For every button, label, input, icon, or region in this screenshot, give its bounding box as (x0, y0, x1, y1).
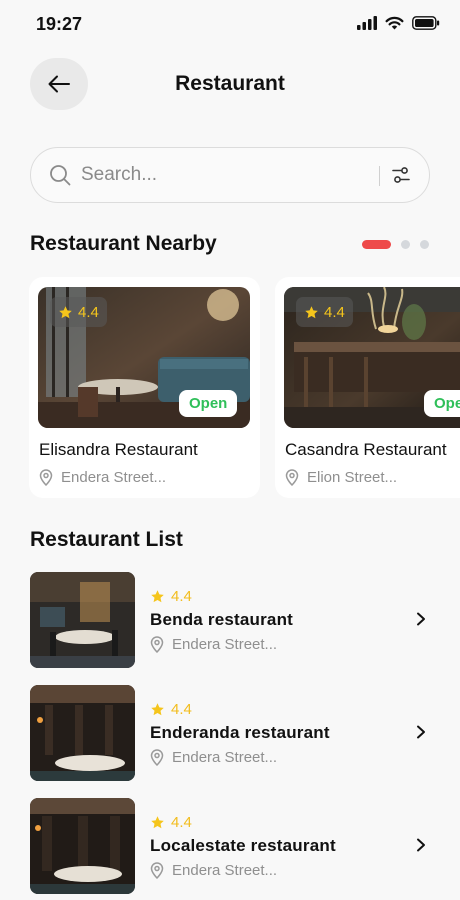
restaurant-thumbnail (30, 685, 135, 781)
location-pin-icon (39, 469, 53, 486)
rating-badge: 4.4 (50, 297, 107, 327)
rating-badge: 4.4 (296, 297, 353, 327)
list-item[interactable]: 4.4 Benda restaurant Endera Street... (30, 572, 430, 668)
location-pin-icon (285, 469, 299, 486)
location-text: Elion Street... (307, 469, 398, 486)
rating-value: 4.4 (171, 588, 192, 605)
nearby-card[interactable]: 4.4 Open Elisandra Restaurant Endera Str… (29, 277, 260, 498)
chevron-right-icon[interactable] (416, 725, 426, 739)
status-badge: Open (179, 390, 238, 417)
search-divider (379, 166, 380, 186)
star-icon (59, 305, 72, 318)
search-bar (30, 147, 430, 203)
location-pin-icon (150, 636, 164, 653)
restaurant-location: Endera Street... (150, 862, 277, 879)
sliders-icon[interactable] (391, 165, 411, 185)
list-item[interactable]: 4.4 Enderanda restaurant Endera Street..… (30, 685, 430, 781)
pager-dot[interactable] (420, 240, 429, 249)
pager-dot[interactable] (401, 240, 410, 249)
rating: 4.4 (150, 701, 192, 718)
battery-icon (412, 16, 440, 30)
pager-dot-active[interactable] (362, 240, 391, 249)
star-icon (151, 816, 164, 829)
restaurant-name: Enderanda restaurant (150, 723, 330, 742)
list-section-title: Restaurant List (30, 528, 183, 551)
chevron-right-icon[interactable] (416, 838, 426, 852)
restaurant-location: Elion Street... (285, 469, 397, 486)
search-icon (50, 165, 71, 186)
chevron-right-icon[interactable] (416, 612, 426, 626)
wifi-icon (385, 16, 404, 30)
location-text: Endera Street... (172, 862, 278, 879)
status-time: 19:27 (36, 14, 83, 34)
rating-value: 4.4 (171, 814, 192, 831)
location-pin-icon (150, 749, 164, 766)
rating: 4.4 (150, 588, 192, 605)
status-badge: Open (424, 390, 460, 417)
list-item[interactable]: 4.4 Localestate restaurant Endera Street… (30, 798, 430, 894)
rating-value: 4.4 (171, 701, 192, 718)
status-bar: 19:27 (0, 0, 460, 50)
star-icon (151, 703, 164, 716)
restaurant-name: Elisandra Restaurant (39, 440, 198, 459)
location-text: Endera Street... (61, 469, 167, 486)
location-text: Endera Street... (172, 749, 278, 766)
status-icons (357, 16, 440, 30)
signal-icon (357, 16, 377, 30)
rating-value: 4.4 (324, 303, 345, 321)
page-title: Restaurant (175, 72, 285, 95)
location-pin-icon (150, 862, 164, 879)
star-icon (305, 305, 318, 318)
rating: 4.4 (150, 814, 192, 831)
star-icon (151, 590, 164, 603)
nearby-section-title: Restaurant Nearby (30, 232, 217, 255)
restaurant-location: Endera Street... (150, 749, 277, 766)
restaurant-name: Localestate restaurant (150, 836, 336, 855)
carousel-pager (362, 240, 429, 249)
restaurant-name: Benda restaurant (150, 610, 294, 629)
restaurant-thumbnail (30, 572, 135, 668)
rating-value: 4.4 (78, 303, 99, 321)
restaurant-thumbnail (30, 798, 135, 894)
restaurant-location: Endera Street... (150, 636, 277, 653)
restaurant-location: Endera Street... (39, 469, 166, 486)
restaurant-name: Casandra Restaurant (285, 440, 447, 459)
location-text: Endera Street... (172, 636, 278, 653)
nearby-card[interactable]: 4.4 Open Casandra Restaurant Elion Stree… (275, 277, 460, 498)
search-input[interactable] (81, 160, 381, 190)
